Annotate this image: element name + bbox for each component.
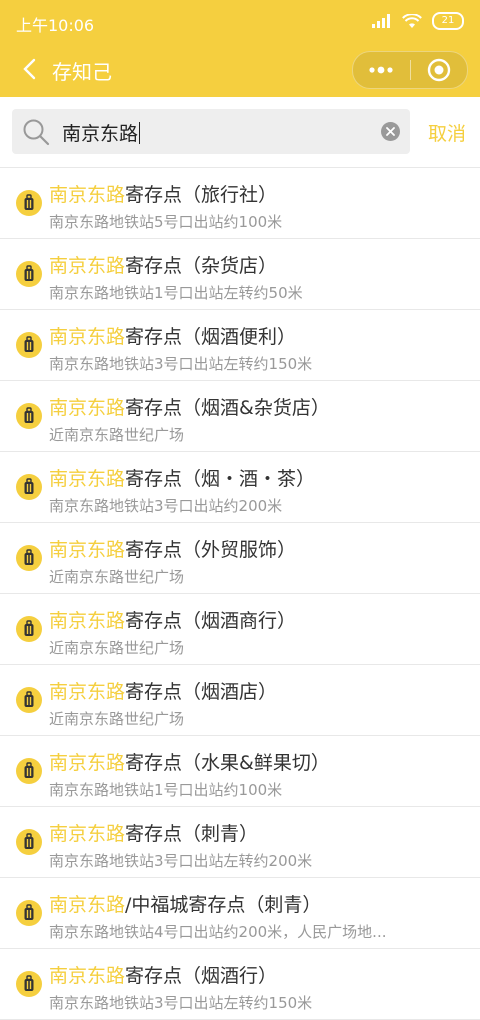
luggage-pin-icon — [15, 402, 43, 430]
result-name: 南京东路寄存点（烟酒&杂货店） — [49, 393, 330, 420]
luggage-pin-icon — [15, 686, 43, 714]
result-address: 南京东路地铁站3号口出站左转约150米 — [49, 355, 313, 373]
more-button[interactable] — [353, 52, 410, 88]
result-name-rest: 寄存点（烟酒&杂货店） — [125, 397, 330, 419]
result-name-rest: 寄存点（烟酒行） — [125, 965, 278, 987]
result-address: 南京东路地铁站3号口出站约200米 — [49, 497, 283, 515]
list-item[interactable]: 南京东路寄存点（烟酒店） 近南京东路世纪广场 — [0, 665, 480, 736]
result-name: 南京东路寄存点（烟酒商行） — [49, 606, 296, 633]
chevron-left-icon — [23, 58, 36, 80]
search-icon — [23, 119, 50, 146]
list-item[interactable]: 南京东路寄存点（旅行社） 南京东路地铁站5号口出站约100米 — [0, 168, 480, 239]
result-name-rest: /中福城寄存点（刺青） — [125, 894, 322, 916]
luggage-pin-icon — [15, 260, 43, 288]
luggage-pin-icon — [15, 828, 43, 856]
result-address: 近南京东路世纪广场 — [49, 426, 185, 444]
list-item[interactable]: 南京东路/中福城寄存点（刺青） 南京东路地铁站4号口出站约200米，人民广场地..… — [0, 878, 480, 949]
list-item[interactable]: 南京东路寄存点（外贸服饰） 近南京东路世纪广场 — [0, 523, 480, 594]
list-item[interactable]: 南京东路寄存点（杂货店） 南京东路地铁站1号口出站左转约50米 — [0, 239, 480, 310]
result-address: 南京东路地铁站5号口出站约100米 — [49, 213, 283, 231]
battery-icon: 21 — [432, 12, 464, 30]
more-icon — [369, 66, 393, 74]
mini-program-capsule — [352, 51, 468, 89]
result-address: 近南京东路世纪广场 — [49, 639, 185, 657]
list-item[interactable]: 南京东路寄存点（烟酒行） 南京东路地铁站3号口出站左转约150米 — [0, 949, 480, 1020]
list-item[interactable]: 南京东路寄存点（水果&鲜果切） 南京东路地铁站1号口出站约100米 — [0, 736, 480, 807]
result-name-rest: 寄存点（烟酒商行） — [125, 610, 297, 632]
result-name-rest: 寄存点（烟・酒・茶） — [125, 468, 316, 490]
luggage-pin-icon — [15, 899, 43, 927]
result-name-highlight: 南京东路 — [49, 752, 126, 774]
luggage-pin-icon — [15, 473, 43, 501]
result-name: 南京东路寄存点（烟・酒・茶） — [49, 464, 315, 491]
results-list: 南京东路寄存点（旅行社） 南京东路地铁站5号口出站约100米 南京东路寄存点（杂货店… — [0, 168, 480, 1020]
top-bar: 上午10:06 21 存知己 — [0, 0, 480, 97]
result-name-highlight: 南京东路 — [49, 823, 126, 845]
result-name-highlight: 南京东路 — [49, 539, 126, 561]
result-name-highlight: 南京东路 — [49, 610, 126, 632]
status-bar: 上午10:06 21 — [0, 0, 480, 44]
result-name-highlight: 南京东路 — [49, 255, 126, 277]
search-text: 南京东路 — [62, 123, 139, 145]
result-address: 南京东路地铁站4号口出站约200米，人民广场地... — [49, 923, 387, 941]
search-value: 南京东路 — [62, 119, 141, 146]
back-button[interactable] — [14, 54, 44, 84]
result-address: 南京东路地铁站3号口出站左转约200米 — [49, 852, 313, 870]
page-title: 存知己 — [52, 60, 112, 84]
result-name: 南京东路寄存点（烟酒店） — [49, 677, 277, 704]
list-item[interactable]: 南京东路寄存点（烟酒&杂货店） 近南京东路世纪广场 — [0, 381, 480, 452]
list-item[interactable]: 南京东路寄存点（烟酒商行） 近南京东路世纪广场 — [0, 594, 480, 665]
result-name-highlight: 南京东路 — [49, 397, 126, 419]
result-name-highlight: 南京东路 — [49, 184, 126, 206]
result-name: 南京东路寄存点（刺青） — [49, 819, 258, 846]
close-mini-program-button[interactable] — [410, 52, 467, 88]
result-name: 南京东路寄存点（烟酒便利） — [49, 322, 296, 349]
result-name-rest: 寄存点（水果&鲜果切） — [125, 752, 330, 774]
result-name: 南京东路寄存点（杂货店） — [49, 251, 277, 278]
search-input[interactable]: 南京东路 — [12, 109, 410, 154]
luggage-pin-icon — [15, 331, 43, 359]
close-icon — [386, 127, 395, 136]
result-name: 南京东路寄存点（烟酒行） — [49, 961, 277, 988]
result-name-rest: 寄存点（杂货店） — [125, 255, 278, 277]
luggage-pin-icon — [15, 189, 43, 217]
target-close-icon — [427, 58, 450, 82]
result-name-highlight: 南京东路 — [49, 468, 126, 490]
result-name: 南京东路/中福城寄存点（刺青） — [49, 890, 321, 917]
list-item[interactable]: 南京东路寄存点（刺青） 南京东路地铁站3号口出站左转约200米 — [0, 807, 480, 878]
signal-icon — [372, 14, 390, 28]
result-address: 近南京东路世纪广场 — [49, 710, 185, 728]
search-bar: 南京东路 取消 — [0, 97, 480, 168]
nav-bar: 存知己 — [0, 44, 480, 97]
battery-level: 21 — [441, 15, 455, 26]
result-name-highlight: 南京东路 — [49, 894, 126, 916]
luggage-pin-icon — [15, 757, 43, 785]
result-name-rest: 寄存点（烟酒便利） — [125, 326, 297, 348]
result-name-highlight: 南京东路 — [49, 965, 126, 987]
list-item[interactable]: 南京东路寄存点（烟・酒・茶） 南京东路地铁站3号口出站约200米 — [0, 452, 480, 523]
result-name: 南京东路寄存点（旅行社） — [49, 180, 277, 207]
status-time: 上午10:06 — [16, 16, 95, 35]
result-name-highlight: 南京东路 — [49, 326, 126, 348]
luggage-pin-icon — [15, 615, 43, 643]
result-name-rest: 寄存点（外贸服饰） — [125, 539, 297, 561]
result-address: 近南京东路世纪广场 — [49, 568, 185, 586]
result-name-rest: 寄存点（烟酒店） — [125, 681, 278, 703]
result-name: 南京东路寄存点（水果&鲜果切） — [49, 748, 330, 775]
wifi-icon — [402, 13, 422, 28]
status-icons: 21 — [372, 12, 464, 30]
result-name-rest: 寄存点（刺青） — [125, 823, 259, 845]
result-address: 南京东路地铁站1号口出站左转约50米 — [49, 284, 303, 302]
result-address: 南京东路地铁站1号口出站约100米 — [49, 781, 283, 799]
result-address: 南京东路地铁站3号口出站左转约150米 — [49, 994, 313, 1012]
luggage-pin-icon — [15, 544, 43, 572]
luggage-pin-icon — [15, 970, 43, 998]
result-name-rest: 寄存点（旅行社） — [125, 184, 278, 206]
result-name-highlight: 南京东路 — [49, 681, 126, 703]
clear-search-button[interactable] — [381, 122, 400, 141]
result-name: 南京东路寄存点（外贸服饰） — [49, 535, 296, 562]
text-caret — [139, 122, 141, 144]
cancel-button[interactable]: 取消 — [428, 119, 466, 146]
list-item[interactable]: 南京东路寄存点（烟酒便利） 南京东路地铁站3号口出站左转约150米 — [0, 310, 480, 381]
